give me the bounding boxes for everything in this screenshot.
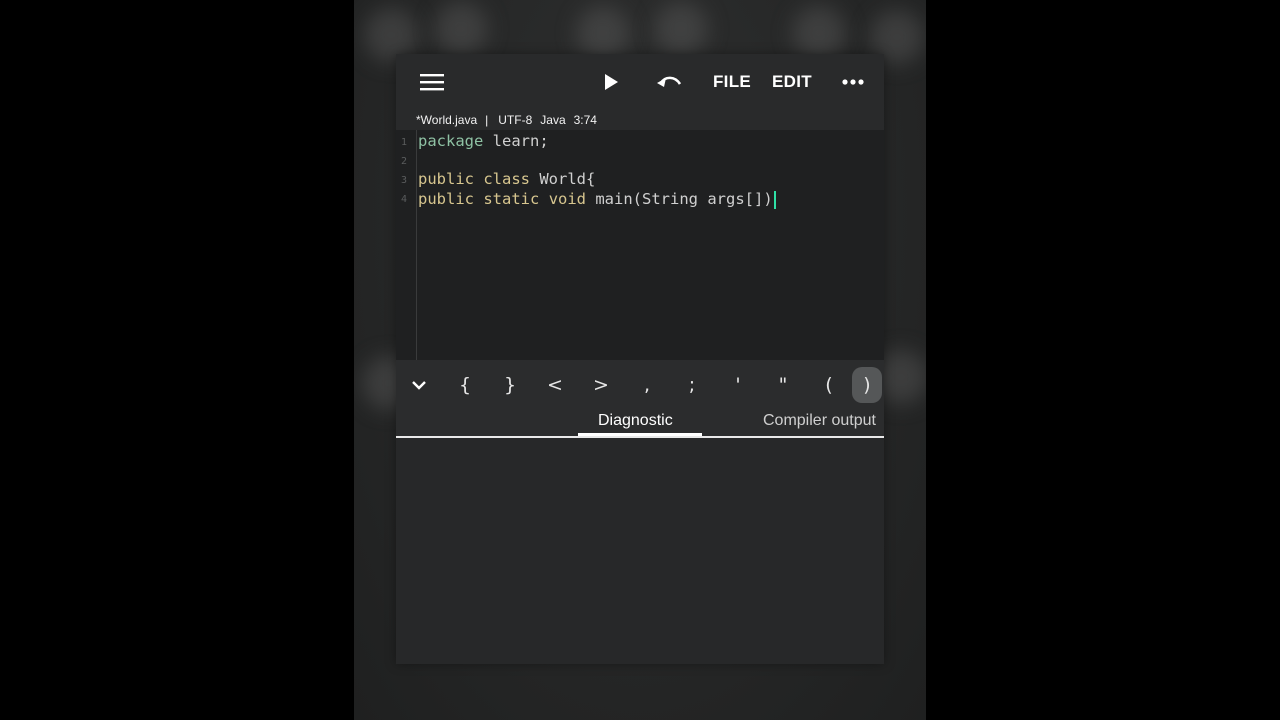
symbol-key[interactable]: ': [723, 360, 753, 410]
cursor-position: 3:74: [573, 113, 597, 127]
line-number: 2: [400, 156, 408, 167]
code-line[interactable]: public static void main(String args[]): [418, 189, 776, 209]
code-line[interactable]: public class World{: [418, 169, 595, 189]
undo-icon[interactable]: [654, 54, 686, 110]
keyword-token: package: [418, 132, 484, 150]
symbol-key[interactable]: }: [495, 360, 525, 410]
line-number-gutter: 1 2 3 4: [396, 130, 417, 360]
keyword-token: public: [418, 190, 474, 208]
keyword-token: class: [483, 170, 531, 188]
symbol-key[interactable]: ;: [677, 360, 707, 410]
code-line[interactable]: package learn;: [418, 131, 549, 151]
file-name: *World.java: [416, 113, 478, 127]
text-caret: [773, 190, 776, 209]
file-status-bar: *World.java | UTF-8 Java 3:74: [396, 110, 884, 130]
file-encoding: UTF-8: [498, 113, 533, 127]
line-number: 1: [400, 137, 408, 148]
symbol-key[interactable]: {: [450, 360, 480, 410]
code-token: main(String args[]): [586, 190, 773, 208]
file-language: Java: [540, 113, 566, 127]
code-token: World{: [530, 170, 596, 188]
line-number: 3: [400, 175, 408, 186]
tab-diagnostic[interactable]: Diagnostic: [598, 406, 673, 436]
diagnostic-panel: [396, 438, 884, 664]
symbol-key[interactable]: <: [540, 360, 570, 410]
toolbar: FILE EDIT: [396, 54, 884, 110]
symbol-key[interactable]: >: [586, 360, 616, 410]
symbol-key-pressed[interactable]: ): [852, 367, 882, 403]
status-separator: |: [485, 113, 489, 127]
keyword-token: public: [418, 170, 474, 188]
more-horizontal-icon[interactable]: [838, 54, 868, 110]
file-menu-button[interactable]: FILE: [710, 54, 754, 110]
code-editor-app: FILE EDIT *World.java | UTF-8 Java 3:74 …: [396, 54, 884, 664]
symbol-key[interactable]: (: [814, 360, 844, 410]
output-tabs: Diagnostic Compiler output: [396, 406, 884, 438]
tab-compiler-output[interactable]: Compiler output: [763, 406, 876, 436]
symbol-shortcut-bar: { } < > , ; ' " ( ): [396, 360, 884, 410]
symbol-key[interactable]: ,: [632, 360, 662, 410]
code-token: learn;: [483, 132, 549, 150]
edit-menu-button[interactable]: EDIT: [770, 54, 814, 110]
hamburger-menu-icon[interactable]: [416, 54, 448, 110]
code-editor[interactable]: 1 2 3 4 package learn; public class Worl…: [396, 130, 884, 360]
active-tab-indicator: [578, 433, 702, 436]
keyword-token: void: [548, 190, 587, 208]
play-icon[interactable]: [596, 54, 626, 110]
screen: FILE EDIT *World.java | UTF-8 Java 3:74 …: [0, 0, 1280, 720]
keyword-token: static: [483, 190, 540, 208]
line-number: 4: [400, 194, 408, 205]
symbol-key[interactable]: ": [768, 360, 798, 410]
chevron-down-icon[interactable]: [404, 360, 434, 410]
